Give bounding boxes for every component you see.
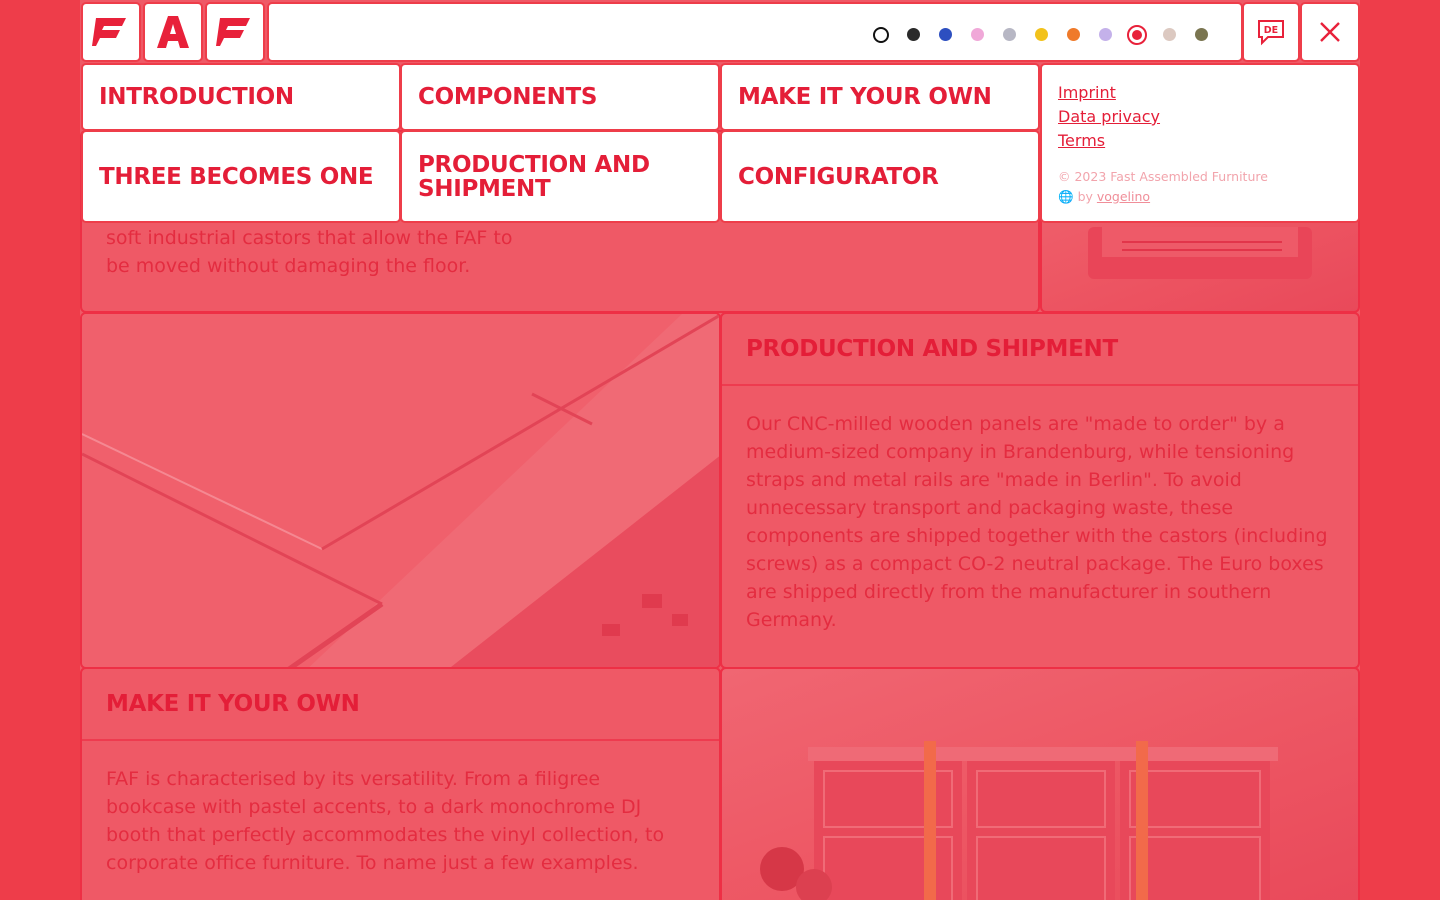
faf-f-logo-icon bbox=[216, 18, 250, 46]
close-menu-button[interactable] bbox=[1300, 2, 1360, 62]
cnc-panel-illustration bbox=[82, 314, 719, 667]
color-picker-bar bbox=[267, 2, 1243, 62]
menu-item-three-becomes-one[interactable]: THREE BECOMES ONE bbox=[81, 130, 401, 223]
menu-item-label: INTRODUCTION bbox=[99, 84, 294, 110]
production-panel: PRODUCTION AND SHIPMENT Our CNC-milled w… bbox=[720, 312, 1360, 669]
color-swatch-lavender[interactable] bbox=[1099, 28, 1112, 41]
menu-item-configurator[interactable]: CONFIGURATOR bbox=[720, 130, 1040, 223]
color-swatch-pink[interactable] bbox=[971, 28, 984, 41]
production-title: PRODUCTION AND SHIPMENT bbox=[722, 314, 1358, 386]
language-button[interactable]: DE bbox=[1242, 2, 1300, 62]
color-swatch-red[interactable] bbox=[1127, 25, 1147, 45]
production-body: Our CNC-milled wooden panels are "made t… bbox=[746, 413, 1328, 631]
menu-item-production-and-shipment[interactable]: PRODUCTION AND SHIPMENT bbox=[400, 130, 720, 223]
speech-bubble-icon: DE bbox=[1258, 20, 1284, 46]
credit-prefix: by bbox=[1077, 189, 1093, 204]
make-own-title: MAKE IT YOUR OWN bbox=[82, 669, 719, 741]
color-swatch-blue[interactable] bbox=[939, 28, 952, 41]
wood-panel-image bbox=[80, 312, 721, 669]
crates-illustration bbox=[760, 741, 1278, 900]
faf-a-logo-icon bbox=[157, 16, 189, 48]
logo-tile-f1[interactable] bbox=[81, 2, 141, 62]
castors-text: soft industrial castors that allow the F… bbox=[106, 227, 513, 277]
data-privacy-link[interactable]: Data privacy bbox=[1058, 105, 1342, 129]
color-swatch-grey[interactable] bbox=[1003, 28, 1016, 41]
globe-icon: 🌐 bbox=[1058, 189, 1074, 204]
make-own-panel: MAKE IT YOUR OWN FAF is characterised by… bbox=[80, 667, 721, 900]
menu-item-introduction[interactable]: INTRODUCTION bbox=[81, 63, 401, 131]
close-icon bbox=[1320, 22, 1340, 42]
terms-link[interactable]: Terms bbox=[1058, 129, 1342, 153]
menu-item-label: PRODUCTION AND SHIPMENT bbox=[418, 151, 650, 202]
color-swatch-yellow[interactable] bbox=[1035, 28, 1048, 41]
color-swatch-beige[interactable] bbox=[1163, 28, 1176, 41]
logo-tile-a[interactable] bbox=[143, 2, 203, 62]
language-label: DE bbox=[1264, 25, 1278, 36]
menu-item-components[interactable]: COMPONENTS bbox=[400, 63, 720, 131]
make-own-body: FAF is characterised by its versatility.… bbox=[106, 768, 665, 874]
credit-line: 🌐 by vogelino bbox=[1058, 187, 1342, 207]
color-swatch-black[interactable] bbox=[907, 28, 920, 41]
faf-f-logo-icon bbox=[92, 18, 126, 46]
menu-item-label: THREE BECOMES ONE bbox=[99, 163, 374, 190]
logo-tile-f2[interactable] bbox=[205, 2, 265, 62]
menu-item-make-it-your-own[interactable]: MAKE IT YOUR OWN bbox=[720, 63, 1040, 131]
color-swatch-orange[interactable] bbox=[1067, 28, 1080, 41]
crates-image bbox=[720, 667, 1360, 900]
menu-item-label: CONFIGURATOR bbox=[738, 163, 939, 190]
copyright-text: © 2023 Fast Assembled Furniture bbox=[1058, 169, 1268, 184]
color-swatch-olive[interactable] bbox=[1195, 28, 1208, 41]
menu-item-label: MAKE IT YOUR OWN bbox=[738, 84, 992, 110]
legal-links-panel: Imprint Data privacy Terms © 2023 Fast A… bbox=[1040, 63, 1360, 223]
vogelino-link[interactable]: vogelino bbox=[1097, 189, 1150, 204]
color-swatch-white[interactable] bbox=[873, 27, 889, 43]
menu-item-label: COMPONENTS bbox=[418, 84, 598, 110]
imprint-link[interactable]: Imprint bbox=[1058, 81, 1342, 105]
